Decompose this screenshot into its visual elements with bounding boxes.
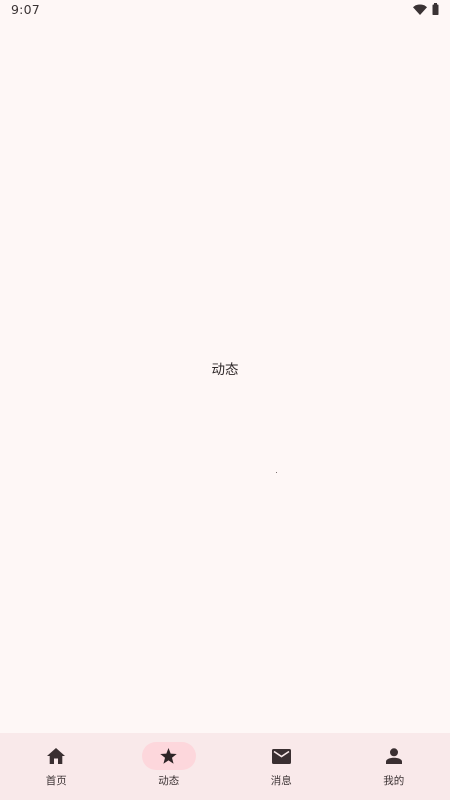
nav-label-feed: 动态 bbox=[158, 775, 180, 787]
star-icon bbox=[160, 748, 177, 764]
nav-indicator bbox=[254, 742, 308, 770]
mail-icon bbox=[271, 748, 291, 764]
nav-label-messages: 消息 bbox=[270, 775, 292, 787]
nav-item-profile[interactable]: 我的 bbox=[338, 733, 450, 800]
nav-item-feed[interactable]: 动态 bbox=[113, 733, 226, 800]
status-time: 9:07 bbox=[11, 2, 40, 17]
nav-label-home: 首页 bbox=[45, 775, 67, 787]
battery-icon bbox=[432, 3, 439, 15]
nav-label-profile: 我的 bbox=[383, 775, 405, 787]
nav-indicator bbox=[29, 742, 83, 770]
person-icon bbox=[385, 748, 402, 764]
home-icon bbox=[47, 748, 66, 764]
nav-indicator bbox=[367, 742, 421, 770]
nav-item-home[interactable]: 首页 bbox=[0, 733, 113, 800]
bottom-navigation-bar: 首页 动态 消息 我的 bbox=[0, 733, 450, 800]
status-icons bbox=[413, 3, 439, 15]
nav-indicator-active bbox=[141, 742, 196, 770]
wifi-icon bbox=[413, 4, 427, 15]
main-content: 动态 bbox=[0, 20, 450, 733]
pixel-speck bbox=[276, 472, 277, 473]
nav-item-messages[interactable]: 消息 bbox=[225, 733, 338, 800]
status-bar: 9:07 bbox=[0, 0, 450, 20]
page-label: 动态 bbox=[211, 362, 239, 378]
